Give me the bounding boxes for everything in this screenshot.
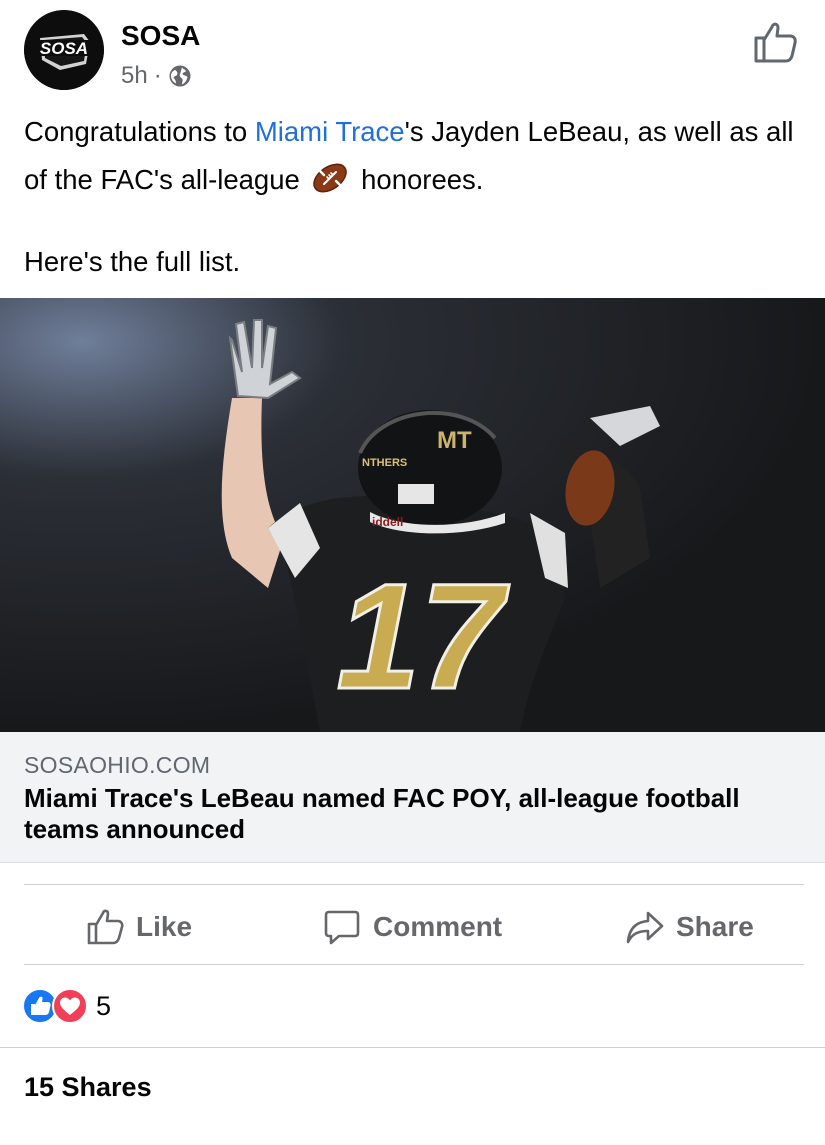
post-meta: 5h · — [121, 62, 192, 90]
reaction-count: 5 — [96, 990, 112, 1021]
helmet-brand-text: iddell — [372, 515, 403, 529]
like-page-icon[interactable] — [752, 20, 798, 64]
post-text-segment: honorees. — [353, 164, 484, 195]
football-emoji — [313, 163, 348, 193]
divider — [0, 1047, 825, 1048]
helmet-text: NTHERS — [362, 457, 407, 469]
comment-label: Comment — [373, 911, 503, 942]
like-label: Like — [136, 911, 193, 942]
share-label: Share — [676, 911, 754, 942]
post-text-line-2: Here's the full list. — [24, 246, 241, 277]
meta-separator: · — [153, 62, 162, 89]
post-timestamp[interactable]: 5h — [121, 62, 148, 90]
share-button[interactable]: Share — [626, 905, 754, 949]
post-text: Congratulations to Miami Trace's Jayden … — [24, 108, 814, 286]
avatar-logo-text: SOSA — [40, 39, 88, 58]
post-text-segment: Congratulations to — [24, 116, 255, 147]
globe-icon[interactable] — [168, 64, 192, 88]
post-photo[interactable]: NTHERS MT iddell 17 — [0, 298, 825, 732]
player-photo-illustration: NTHERS MT iddell 17 — [0, 298, 825, 732]
share-count[interactable]: 15 Shares — [24, 1072, 152, 1103]
mention-link[interactable]: Miami Trace — [255, 116, 405, 147]
divider — [24, 964, 804, 965]
link-title[interactable]: Miami Trace's LeBeau named FAC POY, all-… — [24, 783, 814, 845]
comment-icon — [324, 910, 360, 945]
like-button[interactable]: Like — [86, 905, 192, 949]
share-arrow-icon — [626, 911, 664, 944]
jersey-number: 17 — [337, 552, 510, 720]
helmet-logo: MT — [437, 427, 472, 454]
page-avatar[interactable]: SOSA — [24, 10, 104, 90]
sosa-logo: SOSA — [24, 10, 104, 90]
love-reaction-icon — [52, 988, 88, 1024]
thumbs-up-icon — [87, 909, 124, 945]
divider — [24, 884, 804, 885]
reaction-summary[interactable]: 5 — [22, 986, 111, 1026]
comment-button[interactable]: Comment — [323, 905, 502, 949]
page-name[interactable]: SOSA — [121, 20, 200, 52]
link-domain: SOSAOHIO.COM — [24, 752, 211, 778]
post-text-line-1: Congratulations to Miami Trace's Jayden … — [24, 108, 814, 204]
